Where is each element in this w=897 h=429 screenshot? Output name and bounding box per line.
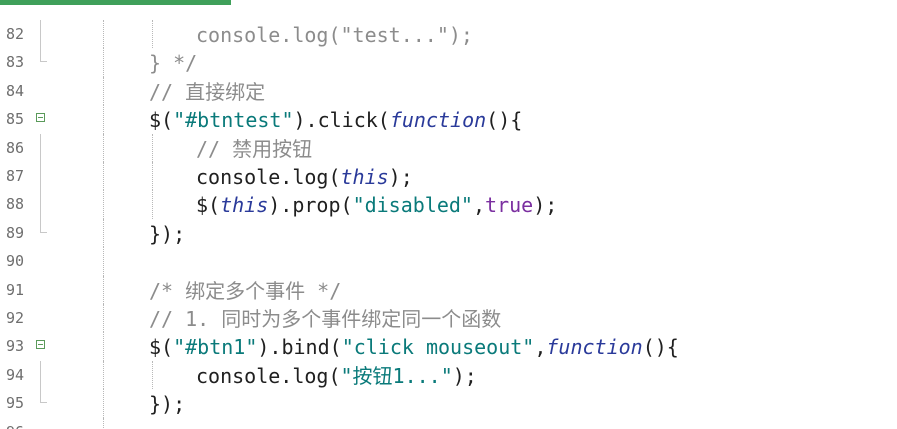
code-line[interactable]: 85 $("#btntest").click(function(){ [0,105,897,134]
fold-guide [40,162,41,191]
line-number: 82 [6,25,25,43]
line-number: 89 [6,223,25,242]
fold-guide [40,48,41,63]
indent-guide [103,275,104,304]
indent-guide [103,48,104,77]
code-text: console.log("按钮1..."); [196,363,477,388]
fold-guide [40,20,41,49]
indent-guide [103,190,104,219]
indent-guide [103,105,104,134]
line-number: 90 [6,252,25,271]
indent-guide [152,133,153,162]
code-text: /* 绑定多个事件 */ [149,278,342,303]
indent-guide [103,417,104,429]
code-line[interactable]: 96 [0,417,897,429]
code-line[interactable]: 90 [0,247,897,276]
collapse-icon[interactable] [36,113,45,123]
line-number: 94 [6,365,25,384]
fold-end-marker [41,61,47,63]
indent-guide [103,162,104,191]
line-number: 95 [6,394,25,413]
code-line[interactable]: 91 /* 绑定多个事件 */ [0,275,897,304]
active-tab-indicator [0,0,231,5]
indent-guide [103,304,104,333]
code-text: // 1. 同时为多个事件绑定同一个函数 [149,307,502,331]
code-line[interactable]: 92 // 1. 同时为多个事件绑定同一个函数 [0,304,897,333]
code-text: // 禁用按钮 [196,136,313,161]
indent-guide [152,162,153,191]
fold-end-marker [41,231,47,233]
code-text: $("#btntest").click(function(){ [149,108,523,133]
indent-guide [103,20,104,49]
code-text: console.log(this); [196,165,413,189]
indent-guide [152,20,153,49]
indent-guide [152,360,153,390]
line-number: 84 [6,81,25,100]
code-text: $("#btn1").bind("click mouseout",functio… [149,335,679,360]
code-text: console.log("test..."); [196,23,473,47]
fold-guide [40,389,41,404]
code-line[interactable]: 83 } */ [0,48,897,77]
fold-guide [40,360,41,390]
code-line[interactable]: 87 console.log(this); [0,162,897,191]
line-number: 83 [6,53,25,72]
line-number: 88 [6,195,25,214]
fold-guide [40,133,41,162]
code-line[interactable]: 95 }); [0,389,897,418]
indent-guide [103,247,104,276]
indent-guide [103,133,104,162]
line-number: 87 [6,167,25,185]
code-line[interactable]: 84 // 直接绑定 [0,76,897,106]
indent-guide [103,218,104,248]
indent-guide [103,76,104,106]
code-line[interactable]: 89 }); [0,218,897,248]
code-line[interactable]: 93 $("#btn1").bind("click mouseout",func… [0,332,897,361]
indent-guide [103,360,104,390]
indent-guide [103,389,104,418]
code-text: }); [149,392,186,417]
code-line[interactable]: 94 console.log("按钮1..."); [0,360,897,390]
line-number: 86 [6,138,25,157]
code-line[interactable]: 82 console.log("test..."); [0,20,897,49]
indent-guide [103,332,104,361]
indent-guide [152,190,153,219]
fold-guide [40,218,41,233]
line-number: 96 [6,423,24,429]
code-line[interactable]: 88 $(this).prop("disabled",true); [0,190,897,219]
code-line[interactable]: 86 // 禁用按钮 [0,133,897,162]
fold-guide [40,190,41,219]
line-number: 92 [6,309,25,327]
collapse-icon[interactable] [36,340,45,350]
line-number: 85 [6,110,25,129]
code-editor[interactable]: 82 console.log("test..."); 83 } */ 84 //… [0,0,897,429]
fold-end-marker [41,402,47,404]
code-text: } */ [149,51,198,76]
code-text: $(this).prop("disabled",true); [196,193,558,218]
code-text: // 直接绑定 [149,79,266,104]
line-number: 93 [6,337,25,356]
line-number: 91 [6,280,25,299]
code-text: }); [149,221,186,246]
